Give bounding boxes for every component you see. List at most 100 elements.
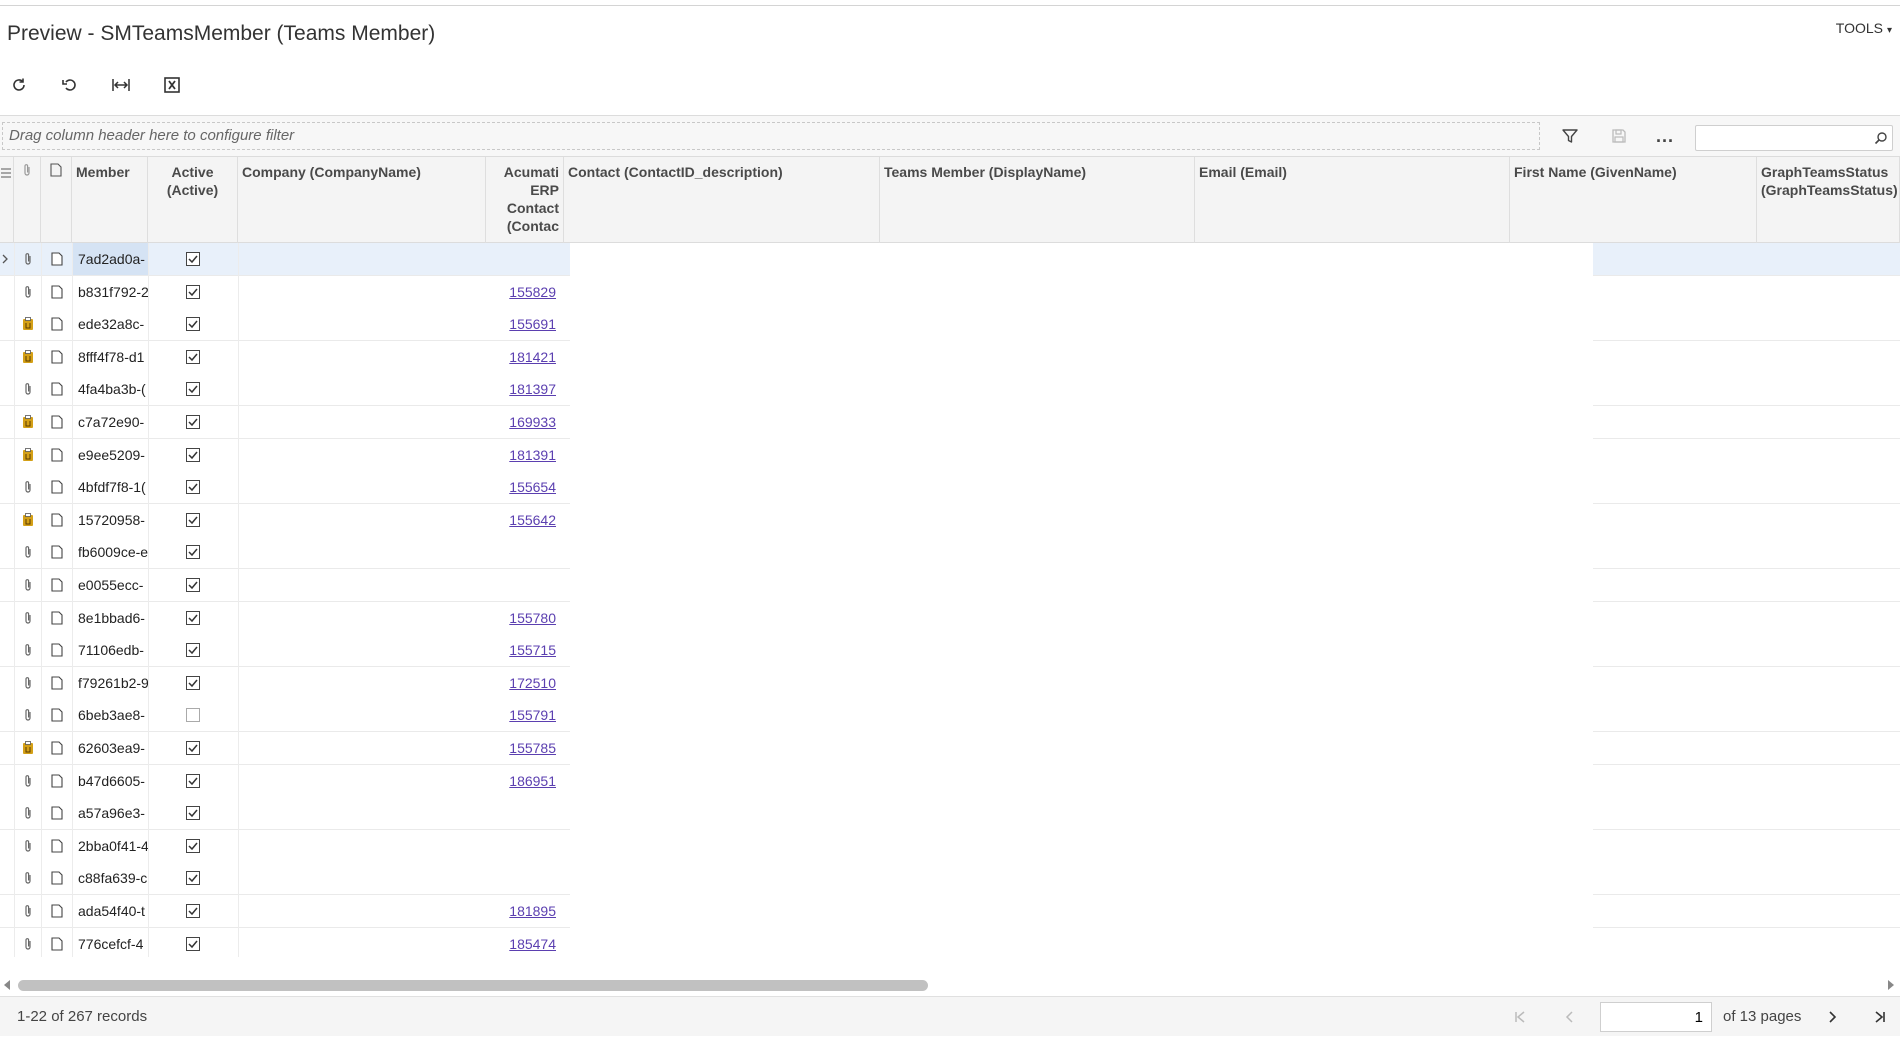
filter-drop-zone[interactable]: Drag column header here to configure fil… <box>2 122 1540 150</box>
table-row[interactable]: a57a96e3- <box>0 797 1900 831</box>
checkbox-unchecked-icon[interactable] <box>148 699 238 731</box>
checkbox-checked-icon[interactable] <box>148 862 238 894</box>
more-options-button[interactable]: ... <box>1650 122 1680 150</box>
column-header-first-name[interactable]: First Name (GivenName) <box>1510 157 1757 243</box>
table-row[interactable]: b47d6605- 186951 <box>0 764 1900 798</box>
table-row[interactable]: 776cefcf-4 185474 <box>0 927 1900 957</box>
column-header-email[interactable]: Email (Email) <box>1195 157 1510 243</box>
table-row[interactable]: 8e1bbad6- 155780 <box>0 601 1900 635</box>
note-icon[interactable] <box>41 536 72 568</box>
table-row[interactable]: f79261b2-9 172510 <box>0 666 1900 700</box>
paperclip-icon[interactable] <box>14 699 41 731</box>
member-cell[interactable]: 7ad2ad0a- <box>72 243 148 275</box>
contact-id-link[interactable]: 155691 <box>509 316 556 332</box>
note-icon[interactable] <box>41 634 72 666</box>
member-cell[interactable]: 6beb3ae8- <box>72 699 148 731</box>
row-selector-icon[interactable] <box>0 243 10 275</box>
last-page-button[interactable] <box>1865 1003 1895 1031</box>
member-cell[interactable]: fb6009ce-e <box>72 536 148 568</box>
note-icon[interactable] <box>41 406 72 438</box>
contact-id-link[interactable]: 169933 <box>509 414 556 430</box>
paperclip-icon[interactable] <box>14 634 41 666</box>
checkbox-checked-icon[interactable] <box>148 602 238 634</box>
note-icon[interactable] <box>41 699 72 731</box>
clipboard-icon[interactable] <box>14 732 41 764</box>
member-cell[interactable]: 776cefcf-4 <box>72 928 148 957</box>
checkbox-checked-icon[interactable] <box>148 732 238 764</box>
horizontal-scrollbar[interactable] <box>0 977 1900 993</box>
checkbox-checked-icon[interactable] <box>148 928 238 957</box>
member-cell[interactable]: 15720958- <box>72 504 148 536</box>
refresh-button[interactable] <box>2 70 36 100</box>
paperclip-icon[interactable] <box>14 373 41 405</box>
contact-id-link[interactable]: 181895 <box>509 903 556 919</box>
contact-id-link[interactable]: 185474 <box>509 936 556 952</box>
paperclip-icon[interactable] <box>14 765 41 797</box>
checkbox-checked-icon[interactable] <box>148 667 238 699</box>
table-row[interactable]: e9ee5209- 181391 <box>0 438 1900 472</box>
member-cell[interactable]: 8e1bbad6- <box>72 602 148 634</box>
column-header-member[interactable]: Member <box>72 157 148 243</box>
fit-to-screen-button[interactable] <box>104 70 138 100</box>
paperclip-icon[interactable] <box>14 536 41 568</box>
clipboard-icon[interactable] <box>14 406 41 438</box>
checkbox-checked-icon[interactable] <box>148 797 238 829</box>
note-icon[interactable] <box>41 732 72 764</box>
note-icon[interactable] <box>41 830 72 862</box>
note-icon[interactable] <box>41 341 72 373</box>
paperclip-icon[interactable] <box>14 928 41 957</box>
contact-id-link[interactable]: 155785 <box>509 740 556 756</box>
table-row[interactable]: 15720958- 155642 <box>0 503 1900 537</box>
contact-id-link[interactable]: 181391 <box>509 447 556 463</box>
checkbox-checked-icon[interactable] <box>148 830 238 862</box>
note-icon[interactable] <box>41 439 72 471</box>
table-row[interactable]: 6beb3ae8- 155791 <box>0 699 1900 733</box>
note-icon[interactable] <box>41 504 72 536</box>
contact-id-link[interactable]: 186951 <box>509 773 556 789</box>
member-cell[interactable]: ada54f40-t <box>72 895 148 927</box>
table-row[interactable]: ada54f40-t 181895 <box>0 895 1900 928</box>
table-row[interactable]: 71106edb- 155715 <box>0 634 1900 668</box>
note-icon[interactable] <box>41 276 72 308</box>
scroll-left-icon[interactable] <box>2 978 14 992</box>
note-icon[interactable] <box>41 928 72 957</box>
paperclip-icon[interactable] <box>14 830 41 862</box>
contact-id-link[interactable]: 155654 <box>509 479 556 495</box>
checkbox-checked-icon[interactable] <box>148 765 238 797</box>
paperclip-icon[interactable] <box>14 276 41 308</box>
table-row[interactable]: b831f792-2 155829 <box>0 275 1900 309</box>
table-row[interactable]: 4bfdf7f8-1( 155654 <box>0 471 1900 505</box>
note-icon[interactable] <box>41 308 72 340</box>
tools-menu[interactable]: TOOLS ▾ <box>1836 20 1892 36</box>
table-row[interactable]: fb6009ce-e <box>0 536 1900 570</box>
contact-id-link[interactable]: 181421 <box>509 349 556 365</box>
contact-id-link[interactable]: 155715 <box>509 642 556 658</box>
paperclip-icon[interactable] <box>14 797 41 829</box>
member-cell[interactable]: b831f792-2 <box>72 276 148 308</box>
member-cell[interactable]: 8fff4f78-d1 <box>72 341 148 373</box>
first-page-button[interactable] <box>1505 1003 1535 1031</box>
paperclip-icon[interactable] <box>14 471 41 503</box>
column-header-company[interactable]: Company (CompanyName) <box>238 157 486 243</box>
note-icon[interactable] <box>41 243 72 275</box>
table-row[interactable]: 2bba0f41-4 <box>0 829 1900 863</box>
member-cell[interactable]: 4bfdf7f8-1( <box>72 471 148 503</box>
table-row[interactable]: 7ad2ad0a- <box>0 243 1900 276</box>
page-number-input[interactable] <box>1600 1002 1712 1032</box>
checkbox-checked-icon[interactable] <box>148 373 238 405</box>
previous-page-button[interactable] <box>1555 1003 1585 1031</box>
column-header-acumatica-contact[interactable]: Acumati ERP Contact (Contac <box>486 157 564 243</box>
member-cell[interactable]: e9ee5209- <box>72 439 148 471</box>
member-cell[interactable]: 2bba0f41-4 <box>72 830 148 862</box>
checkbox-checked-icon[interactable] <box>148 504 238 536</box>
checkbox-checked-icon[interactable] <box>148 569 238 601</box>
table-row[interactable]: e0055ecc- <box>0 569 1900 602</box>
clipboard-icon[interactable] <box>14 308 41 340</box>
paperclip-icon[interactable] <box>14 667 41 699</box>
contact-id-link[interactable]: 155780 <box>509 610 556 626</box>
checkbox-checked-icon[interactable] <box>148 341 238 373</box>
member-cell[interactable]: 4fa4ba3b-( <box>72 373 148 405</box>
paperclip-icon[interactable] <box>14 602 41 634</box>
paperclip-icon[interactable] <box>14 895 41 927</box>
checkbox-checked-icon[interactable] <box>148 536 238 568</box>
